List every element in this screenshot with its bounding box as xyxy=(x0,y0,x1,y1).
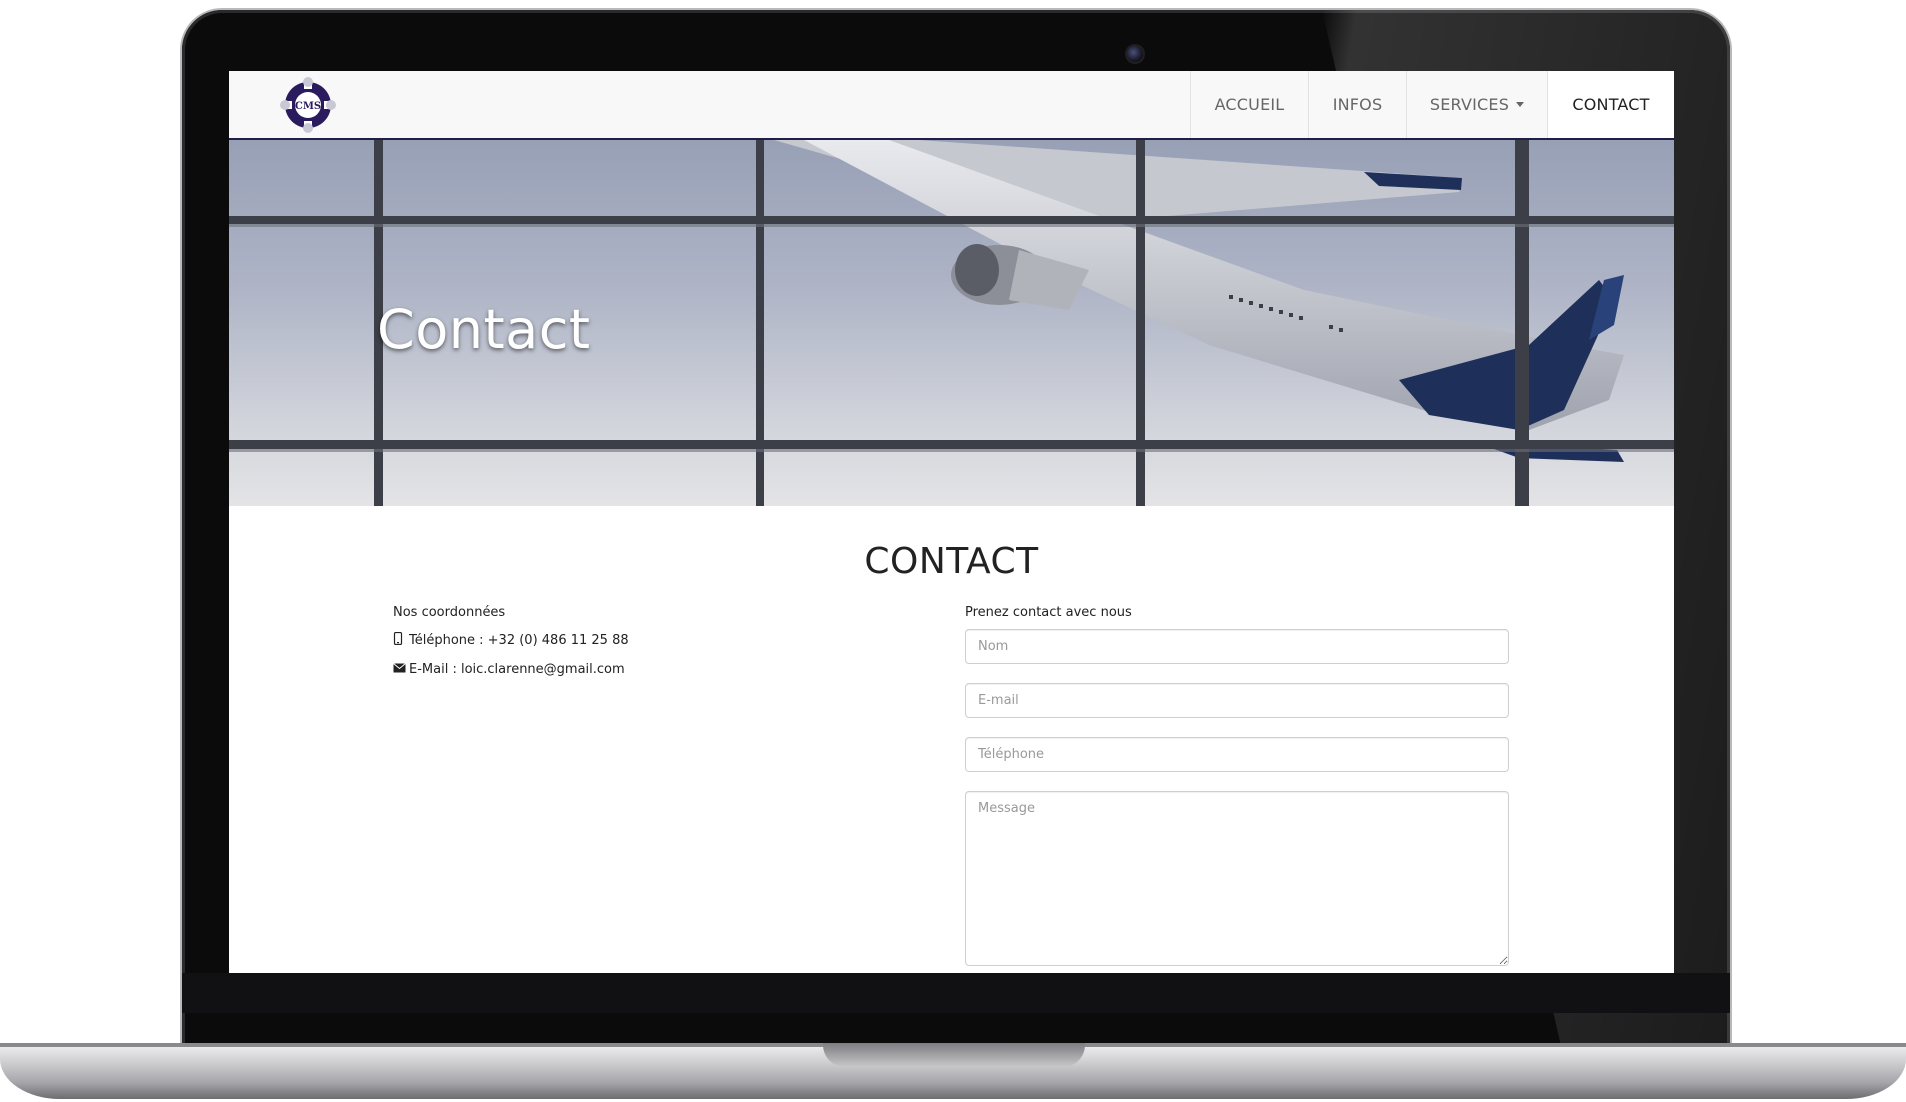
email-input[interactable] xyxy=(965,683,1509,718)
hero-banner: Contact xyxy=(229,140,1674,506)
section-title: CONTACT xyxy=(864,541,1039,582)
phone-line: Téléphone : +32 (0) 486 11 25 88 xyxy=(393,631,893,649)
browser-viewport: CMS ACCUEIL INFOS SERVICES CONTACT Conta… xyxy=(229,71,1674,974)
nav-item-infos[interactable]: INFOS xyxy=(1308,71,1406,138)
email-text[interactable]: E-Mail : loic.clarenne@gmail.com xyxy=(409,662,625,677)
nav-item-label: SERVICES xyxy=(1429,95,1510,114)
main-nav: ACCUEIL INFOS SERVICES CONTACT xyxy=(1190,71,1674,138)
nav-item-label: INFOS xyxy=(1332,95,1383,114)
laptop-notch xyxy=(823,1043,1085,1067)
phone-input[interactable] xyxy=(965,737,1509,772)
hero-title: Contact xyxy=(377,298,591,361)
contact-form-heading: Prenez contact avec nous xyxy=(965,605,1132,620)
name-input[interactable] xyxy=(965,629,1509,664)
logo-text: CMS xyxy=(295,101,321,112)
nav-item-services[interactable]: SERVICES xyxy=(1406,71,1547,138)
phone-text: Téléphone : +32 (0) 486 11 25 88 xyxy=(409,633,629,648)
nav-item-label: CONTACT xyxy=(1572,95,1650,114)
email-line: E-Mail : loic.clarenne@gmail.com xyxy=(393,662,893,677)
nav-item-accueil[interactable]: ACCUEIL xyxy=(1190,71,1308,138)
logo[interactable]: CMS xyxy=(279,76,337,134)
nav-item-label: ACCUEIL xyxy=(1214,95,1285,114)
contact-details: Nos coordonnées Téléphone : +32 (0) 486 … xyxy=(393,605,893,690)
contact-form: Prenez contact avec nous xyxy=(965,605,1509,974)
navbar: CMS ACCUEIL INFOS SERVICES CONTACT xyxy=(229,71,1674,140)
caret-down-icon xyxy=(1516,102,1525,107)
screen-bezel-bottom xyxy=(182,973,1730,1013)
webcam xyxy=(1127,46,1143,62)
message-textarea[interactable] xyxy=(965,791,1509,966)
envelope-icon xyxy=(393,662,406,677)
logo-icon: CMS xyxy=(280,77,336,133)
nav-item-contact[interactable]: CONTACT xyxy=(1547,71,1674,138)
contact-details-heading: Nos coordonnées xyxy=(393,605,506,620)
mobile-phone-icon xyxy=(393,631,405,649)
